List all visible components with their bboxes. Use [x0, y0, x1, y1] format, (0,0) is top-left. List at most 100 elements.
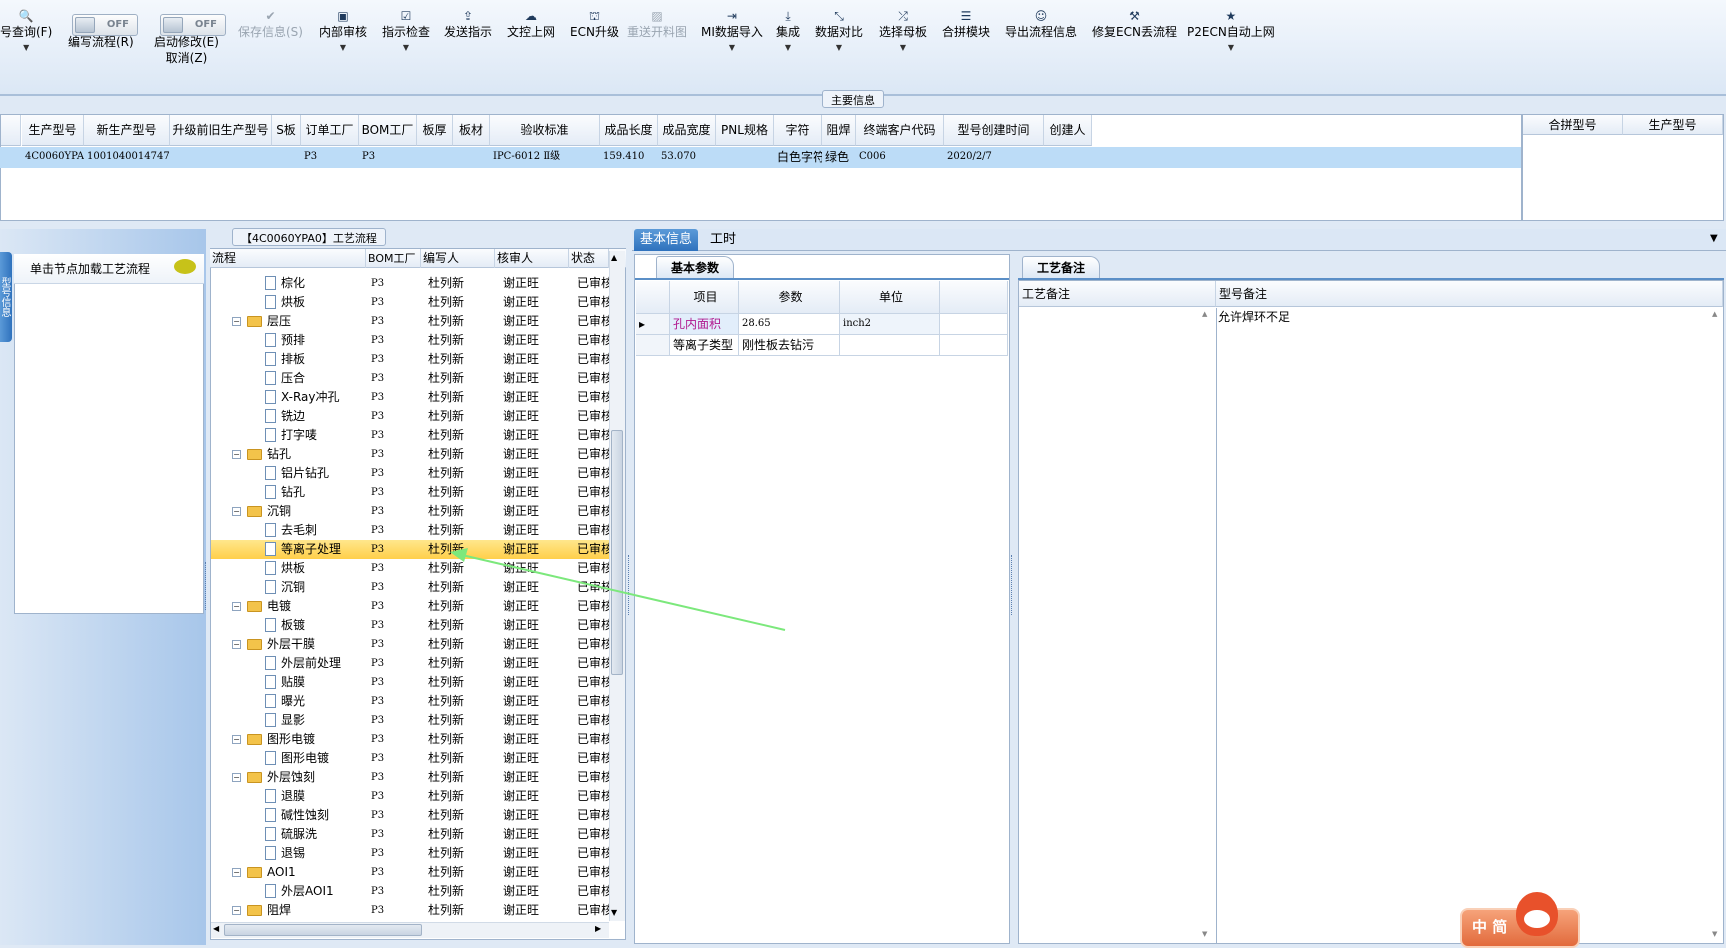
tree-group-node[interactable]: − AOI1 P3 杜列新 谢正旺 已审核: [211, 863, 609, 882]
select-master-board-button[interactable]: ⤮ 选择母板 ▼: [879, 8, 927, 54]
p2ecn-auto-online-button[interactable]: ★ P2ECN自动上网 ▼: [1187, 8, 1275, 54]
model-query-button[interactable]: 🔍 号查询(F) ▼: [0, 8, 52, 54]
collapse-toggle-icon[interactable]: −: [232, 906, 241, 915]
mi-data-import-button[interactable]: ⇥ MI数据导入 ▼: [701, 8, 763, 54]
cell-pnl-spec[interactable]: [716, 147, 774, 167]
tab-menu-chevron-icon[interactable]: ▼: [1710, 233, 1718, 244]
param-value-plasma-type[interactable]: 刚性板去钻污: [739, 335, 840, 356]
cell-s-board[interactable]: [272, 147, 301, 167]
save-info-button[interactable]: ✔ 保存信息(S): [238, 8, 303, 40]
tree-step-node[interactable]: 曝光 P3 杜列新 谢正旺 已审核: [211, 692, 609, 711]
cell-finished-width[interactable]: 53.070: [658, 147, 716, 167]
merge-model-column-header[interactable]: 合拼型号: [1523, 115, 1623, 135]
collapse-toggle-icon[interactable]: −: [232, 640, 241, 649]
tree-step-node[interactable]: 铝片钻孔 P3 杜列新 谢正旺 已审核: [211, 464, 609, 483]
tree-step-node[interactable]: 去毛刺 P3 杜列新 谢正旺 已审核: [211, 521, 609, 540]
tree-step-node[interactable]: 打字唛 P3 杜列新 谢正旺 已审核: [211, 426, 609, 445]
tree-group-node[interactable]: − 阻焊 P3 杜列新 谢正旺 已审核: [211, 901, 609, 920]
params-column-item[interactable]: 项目: [670, 281, 739, 314]
model-note-field[interactable]: 允许焊环不足: [1218, 308, 1708, 940]
tab-basic-info[interactable]: 基本信息: [634, 229, 699, 251]
scroll-down-icon[interactable]: ▼: [611, 908, 617, 917]
tree-group-node[interactable]: − 外层蚀刻 P3 杜列新 谢正旺 已审核: [211, 768, 609, 787]
tree-group-node[interactable]: − 沉铜 P3 杜列新 谢正旺 已审核: [211, 502, 609, 521]
repair-ecn-flow-button[interactable]: ⚒ 修复ECN丢流程: [1092, 8, 1177, 40]
integrate-button[interactable]: ⤓ 集成 ▼: [776, 8, 800, 54]
tree-step-node[interactable]: 预排 P3 杜列新 谢正旺 已审核: [211, 331, 609, 350]
right-splitter-grip[interactable]: [1011, 555, 1015, 615]
tree-group-node[interactable]: − 层压 P3 杜列新 谢正旺 已审核: [211, 312, 609, 331]
tree-step-node[interactable]: 烘板 P3 杜列新 谢正旺 已审核: [211, 293, 609, 312]
param-unit-hole-area[interactable]: inch2: [840, 314, 940, 335]
scroll-left-icon[interactable]: ◀: [213, 924, 219, 933]
send-instruction-button[interactable]: ⇪ 发送指示: [444, 8, 492, 40]
tree-step-node[interactable]: 贴膜 P3 杜列新 谢正旺 已审核: [211, 673, 609, 692]
start-modify-button[interactable]: 启动修改(E) 取消(Z): [154, 34, 219, 66]
merge-module-button[interactable]: ☰ 合拼模块: [942, 8, 990, 40]
tree-step-node[interactable]: 退膜 P3 杜列新 谢正旺 已审核: [211, 787, 609, 806]
params-column-value[interactable]: 参数: [739, 281, 840, 314]
tree-step-node[interactable]: 硫脲洗 P3 杜列新 谢正旺 已审核: [211, 825, 609, 844]
tree-step-node[interactable]: 钻孔 P3 杜列新 谢正旺 已审核: [211, 483, 609, 502]
column-bom-factory[interactable]: BOM工厂: [366, 249, 421, 268]
tree-step-node[interactable]: 退锡 P3 杜列新 谢正旺 已审核: [211, 844, 609, 863]
scroll-up-icon[interactable]: ▲: [611, 253, 617, 262]
ecn-upgrade-button[interactable]: ⛫ ECN升级: [570, 8, 619, 40]
cell-order-factory[interactable]: P3: [301, 147, 359, 167]
param-item-plasma-type[interactable]: 等离子类型: [670, 335, 739, 356]
start-modify-toggle[interactable]: OFF: [160, 14, 226, 36]
collapse-toggle-icon[interactable]: −: [232, 450, 241, 459]
scroll-up-icon[interactable]: ▲: [1202, 310, 1207, 318]
collapse-toggle-icon[interactable]: −: [232, 868, 241, 877]
scroll-down-icon[interactable]: ▼: [1712, 930, 1717, 938]
cell-legend[interactable]: 白色字符: [774, 147, 822, 167]
collapse-toggle-icon[interactable]: −: [232, 602, 241, 611]
data-compare-button[interactable]: ⤡ 数据对比 ▼: [815, 8, 863, 54]
column-reviewer[interactable]: 核审人: [495, 249, 569, 268]
cell-model-created-time[interactable]: 2020/2/7: [944, 147, 1044, 167]
params-column-unit[interactable]: 单位: [840, 281, 940, 314]
notes-column-process-note[interactable]: 工艺备注: [1019, 281, 1216, 307]
cell-new-production-model[interactable]: 10010400147476: [84, 147, 170, 167]
tree-group-node[interactable]: − 钻孔 P3 杜列新 谢正旺 已审核: [211, 445, 609, 464]
cell-bom-factory[interactable]: P3: [359, 147, 417, 167]
edit-flow-button[interactable]: 编写流程(R): [68, 34, 134, 50]
param-item-hole-area[interactable]: 孔内面积: [670, 314, 739, 335]
edit-flow-toggle[interactable]: OFF: [72, 14, 138, 36]
cell-production-model[interactable]: 4C0060YPA0: [22, 147, 84, 167]
tree-step-node[interactable]: 铣边 P3 杜列新 谢正旺 已审核: [211, 407, 609, 426]
tree-step-node[interactable]: 外层AOI1 P3 杜列新 谢正旺 已审核: [211, 882, 609, 901]
tree-step-node[interactable]: 棕化 P3 杜列新 谢正旺 已审核: [211, 274, 609, 293]
left-splitter-grip[interactable]: [205, 562, 209, 610]
cell-board-thickness[interactable]: [417, 147, 453, 167]
scroll-right-icon[interactable]: ▶: [595, 924, 601, 933]
tree-step-node[interactable]: 排板 P3 杜列新 谢正旺 已审核: [211, 350, 609, 369]
basic-params-tab[interactable]: 基本参数: [656, 256, 735, 278]
column-status[interactable]: 状态: [569, 249, 609, 268]
process-note-field[interactable]: [1021, 308, 1213, 940]
tree-step-node[interactable]: X-Ray冲孔 P3 杜列新 谢正旺 已审核: [211, 388, 609, 407]
tab-work-hours[interactable]: 工时: [704, 229, 742, 251]
column-writer[interactable]: 编写人: [421, 249, 495, 268]
tree-step-node[interactable]: 图形电镀 P3 杜列新 谢正旺 已审核: [211, 749, 609, 768]
doc-control-online-button[interactable]: ☁ 文控上网: [507, 8, 555, 40]
tree-step-node[interactable]: 外层前处理 P3 杜列新 谢正旺 已审核: [211, 654, 609, 673]
cell-board-material[interactable]: [453, 147, 490, 167]
notes-column-model-note[interactable]: 型号备注: [1216, 281, 1723, 307]
cell-creator[interactable]: [1044, 147, 1092, 167]
ime-mascot[interactable]: 中 简: [1460, 892, 1582, 948]
cell-finished-length[interactable]: 159.410: [600, 147, 658, 167]
scroll-up-icon[interactable]: ▲: [1712, 310, 1717, 318]
collapse-toggle-icon[interactable]: −: [232, 507, 241, 516]
tree-group-node[interactable]: − 图形电镀 P3 杜列新 谢正旺 已审核: [211, 730, 609, 749]
param-value-hole-area[interactable]: 28.65: [739, 314, 840, 335]
resend-cutting-drawing-button[interactable]: ▨ 重送开料图: [627, 8, 687, 40]
model-info-side-tab[interactable]: 型号信息: [0, 252, 12, 342]
collapse-toggle-icon[interactable]: −: [232, 773, 241, 782]
export-flow-info-button[interactable]: ☺ 导出流程信息: [1005, 8, 1077, 40]
cell-acceptance-standard[interactable]: IPC-6012 Ⅱ级: [490, 147, 600, 167]
param-unit-plasma-type[interactable]: [840, 335, 940, 356]
tree-step-node[interactable]: 压合 P3 杜列新 谢正旺 已审核: [211, 369, 609, 388]
production-model-column-header[interactable]: 生产型号: [1623, 115, 1723, 135]
tree-step-node[interactable]: 显影 P3 杜列新 谢正旺 已审核: [211, 711, 609, 730]
